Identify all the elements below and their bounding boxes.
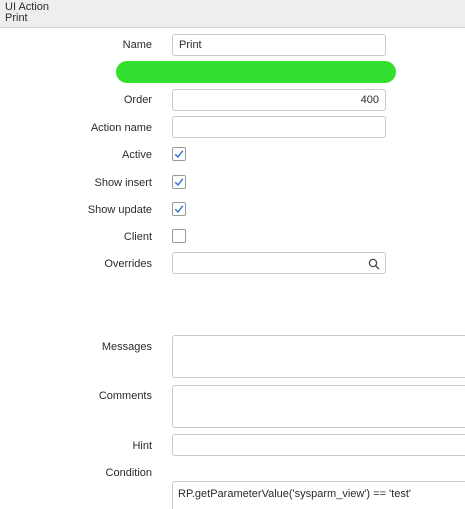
- show-insert-checkbox[interactable]: [172, 175, 186, 189]
- active-label: Active: [122, 149, 152, 161]
- hint-field[interactable]: [172, 434, 465, 456]
- overrides-lookup-button[interactable]: [362, 252, 386, 274]
- action-name-field[interactable]: [172, 116, 386, 138]
- show-update-checkbox[interactable]: [172, 202, 186, 216]
- client-checkbox[interactable]: [172, 229, 186, 243]
- check-icon: [174, 150, 184, 159]
- messages-label: Messages: [101, 341, 152, 353]
- show-update-label: Show update: [87, 204, 152, 216]
- green-highlight-bar: [116, 61, 396, 83]
- hint-label: Hint: [132, 440, 152, 452]
- check-icon: [174, 178, 184, 187]
- check-icon: [174, 205, 184, 214]
- active-checkbox[interactable]: [172, 147, 186, 161]
- client-label: Client: [123, 231, 152, 243]
- name-label: Name: [122, 39, 152, 51]
- overrides-label: Overrides: [104, 258, 152, 270]
- overrides-field[interactable]: [172, 252, 363, 274]
- name-field[interactable]: [172, 34, 386, 56]
- condition-value: RP.getParameterValue('sysparm_view') == …: [178, 488, 411, 500]
- comments-textarea[interactable]: [172, 385, 465, 428]
- record-name-title: Print: [5, 12, 28, 24]
- condition-label: Condition: [105, 467, 152, 479]
- form-header: UI Action Print: [0, 0, 465, 28]
- search-icon: [368, 258, 380, 270]
- messages-textarea[interactable]: [172, 335, 465, 378]
- comments-label: Comments: [98, 390, 152, 402]
- action-name-label: Action name: [90, 122, 152, 134]
- show-insert-label: Show insert: [94, 177, 152, 189]
- order-field[interactable]: [172, 89, 386, 111]
- order-label: Order: [123, 94, 152, 106]
